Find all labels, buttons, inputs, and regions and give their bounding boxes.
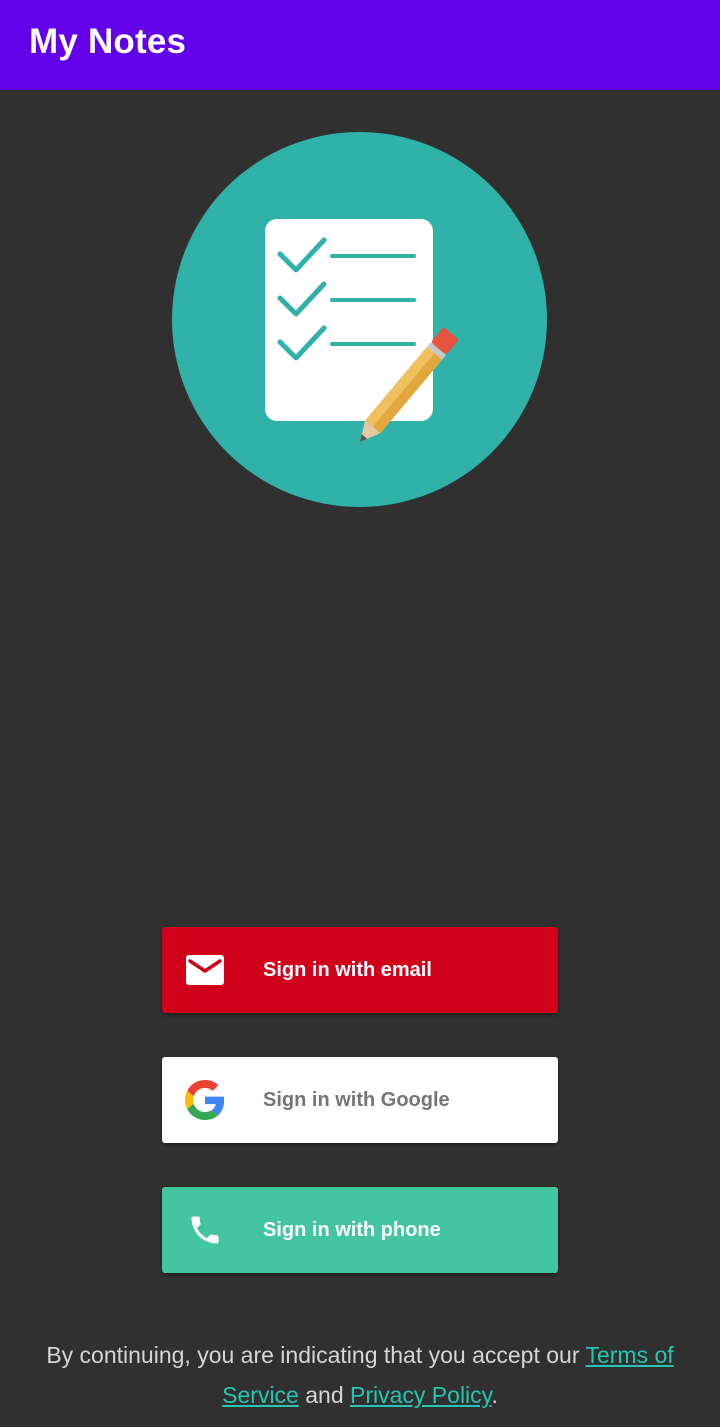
app-bar: My Notes — [0, 0, 720, 90]
app-title: My Notes — [29, 22, 187, 61]
sign-in-google-button[interactable]: Sign in with Google — [162, 1057, 558, 1143]
sign-in-phone-button[interactable]: Sign in with phone — [162, 1187, 558, 1273]
app-logo — [172, 132, 547, 507]
legal-suffix: . — [491, 1382, 498, 1408]
mail-icon — [184, 949, 226, 991]
sign-in-email-button[interactable]: Sign in with email — [162, 927, 558, 1013]
legal-prefix: By continuing, you are indicating that y… — [46, 1342, 586, 1368]
google-logo-icon — [184, 1079, 226, 1121]
notes-checklist-pencil-icon — [172, 132, 547, 507]
sign-in-phone-label: Sign in with phone — [263, 1219, 441, 1241]
sign-in-email-label: Sign in with email — [263, 959, 432, 981]
phone-icon — [184, 1209, 226, 1251]
privacy-policy-link[interactable]: Privacy Policy — [350, 1382, 491, 1408]
legal-middle: and — [298, 1382, 351, 1408]
legal-notice: By continuing, you are indicating that y… — [20, 1335, 700, 1415]
sign-in-google-label: Sign in with Google — [263, 1089, 450, 1111]
